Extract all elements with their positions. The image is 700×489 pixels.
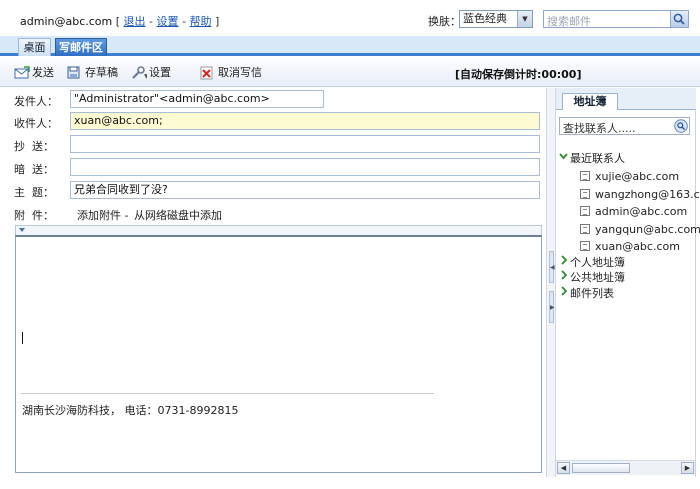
skin-label: 换肤： (428, 15, 461, 28)
subject-field[interactable]: 兄弟合同收到了没? (70, 181, 540, 199)
chevron-right-icon (561, 255, 568, 265)
contact-card-icon (580, 171, 590, 181)
contact-card-icon (580, 189, 590, 199)
chevron-right-icon (561, 270, 568, 280)
signature-text: 湖南长沙海防科技， 电话：0731-8992815 (22, 404, 239, 417)
scroll-right-icon[interactable]: ▶ (681, 462, 694, 474)
bcc-field[interactable] (70, 158, 540, 176)
contact-card-icon (580, 224, 590, 234)
save-draft-label: 存草稿 (85, 66, 118, 79)
public-addressbook-label: 公共地址簿 (570, 271, 625, 284)
separator-dash: - (149, 15, 154, 28)
contact-email: xujie@abc.com (595, 170, 680, 183)
text-caret (22, 332, 23, 344)
bcc-label: 暗 送： (14, 163, 54, 176)
send-icon (14, 66, 30, 79)
right-arrow-icon: ▶ (550, 304, 555, 311)
search-icon[interactable] (670, 11, 688, 27)
contact-email: xuan@abc.com (595, 240, 680, 253)
compose-toolbar: 发送 存草稿 ▼ 设置 取消写信 [自动保存倒计时:00:00] (0, 59, 700, 87)
save-disk-icon (67, 66, 80, 79)
skin-select-value: 蓝色经典 (463, 12, 507, 25)
send-label: 发送 (32, 66, 54, 79)
bracket-open: [ (115, 15, 121, 28)
user-email: admin@abc.com (20, 15, 113, 28)
contact-card-icon (580, 241, 590, 251)
save-draft-button[interactable]: 存草稿 (67, 66, 119, 80)
help-link[interactable]: 帮助 (190, 15, 212, 28)
recent-contacts-label: 最近联系人 (570, 152, 625, 165)
cancel-x-icon (200, 66, 213, 80)
search-mail-input[interactable]: 搜索邮件 (543, 10, 689, 28)
contact-email: admin@abc.com (595, 205, 688, 218)
skin-select[interactable]: 蓝色经典 ▼ (459, 10, 533, 28)
editor-toolbar-toggle[interactable] (15, 225, 542, 235)
tab-strip: 桌面 写邮件区 (0, 36, 700, 56)
signature-divider (21, 393, 434, 394)
contact-email: yangqun@abc.com (595, 223, 700, 236)
to-label: 收件人： (14, 117, 58, 130)
from-field[interactable]: "Administrator"<admin@abc.com> (70, 90, 324, 108)
user-info: admin@abc.com [ 退出 - 设置 - 帮助 ] (20, 13, 219, 29)
compose-settings-label: 设置 (149, 66, 171, 79)
contact-search-placeholder: 查找联系人..... (563, 122, 636, 135)
tab-address-book[interactable]: 地址簿 (562, 93, 618, 110)
scroll-thumb[interactable] (572, 463, 630, 473)
scroll-left-icon[interactable]: ◀ (557, 462, 570, 474)
address-book-tabbar: 地址簿 (556, 88, 696, 110)
address-book-panel: 地址簿 查找联系人..... 最近联系人 xujie@abc.com wangz… (556, 88, 700, 477)
wrench-icon: ▼ (132, 66, 147, 80)
compose-form: 发件人： "Administrator"<admin@abc.com> 收件人：… (0, 88, 546, 489)
cancel-compose-button[interactable]: 取消写信 (200, 66, 264, 80)
cc-field[interactable] (70, 135, 540, 153)
search-icon[interactable] (674, 119, 688, 133)
top-bar: admin@abc.com [ 退出 - 设置 - 帮助 ] 换肤： 蓝色经典 … (0, 0, 700, 36)
logout-link[interactable]: 退出 (124, 15, 146, 28)
attachment-label: 附 件： (14, 209, 54, 222)
horizontal-scrollbar[interactable]: ◀ ▶ (556, 460, 695, 475)
separator-dash: - (182, 15, 186, 28)
left-arrow-icon: ◀ (550, 264, 555, 271)
collapse-triangle-icon[interactable] (19, 228, 25, 232)
add-from-disk-link[interactable]: 从网络磁盘中添加 (134, 207, 222, 223)
subject-label: 主 题： (14, 186, 54, 199)
panel-splitter[interactable]: ◀ ▶ (546, 88, 556, 477)
personal-addressbook-label: 个人地址簿 (570, 256, 625, 269)
contact-email: wangzhong@163.c (595, 188, 700, 201)
cancel-compose-label: 取消写信 (218, 66, 262, 79)
search-mail-placeholder: 搜索邮件 (547, 15, 591, 28)
chevron-right-icon (561, 286, 568, 296)
from-label: 发件人： (14, 95, 58, 108)
tab-desktop[interactable]: 桌面 (18, 38, 51, 56)
message-body-editor[interactable]: 湖南长沙海防科技， 电话：0731-8992815 (15, 235, 542, 473)
send-button[interactable]: 发送 (14, 66, 56, 80)
settings-link[interactable]: 设置 (157, 15, 179, 28)
collapse-right-grip[interactable]: ▶ (549, 291, 555, 323)
bracket-close: ] (215, 15, 220, 28)
collapse-left-grip[interactable]: ◀ (549, 251, 555, 283)
mail-list-label: 邮件列表 (570, 287, 614, 300)
cc-label: 抄 送： (14, 140, 54, 153)
add-attachment-link[interactable]: 添加附件 - (77, 207, 128, 223)
compose-settings-button[interactable]: ▼ 设置 (131, 66, 181, 80)
contact-card-icon (580, 206, 590, 216)
chevron-down-icon (559, 153, 568, 160)
svg-text:▼: ▼ (144, 73, 147, 80)
tab-compose[interactable]: 写邮件区 (55, 38, 107, 56)
dropdown-arrow-icon[interactable]: ▼ (517, 11, 532, 27)
autosave-countdown: [自动保存倒计时:00:00] (455, 68, 582, 81)
to-field[interactable]: xuan@abc.com; (70, 112, 540, 130)
contact-search-input[interactable]: 查找联系人..... (559, 117, 690, 135)
